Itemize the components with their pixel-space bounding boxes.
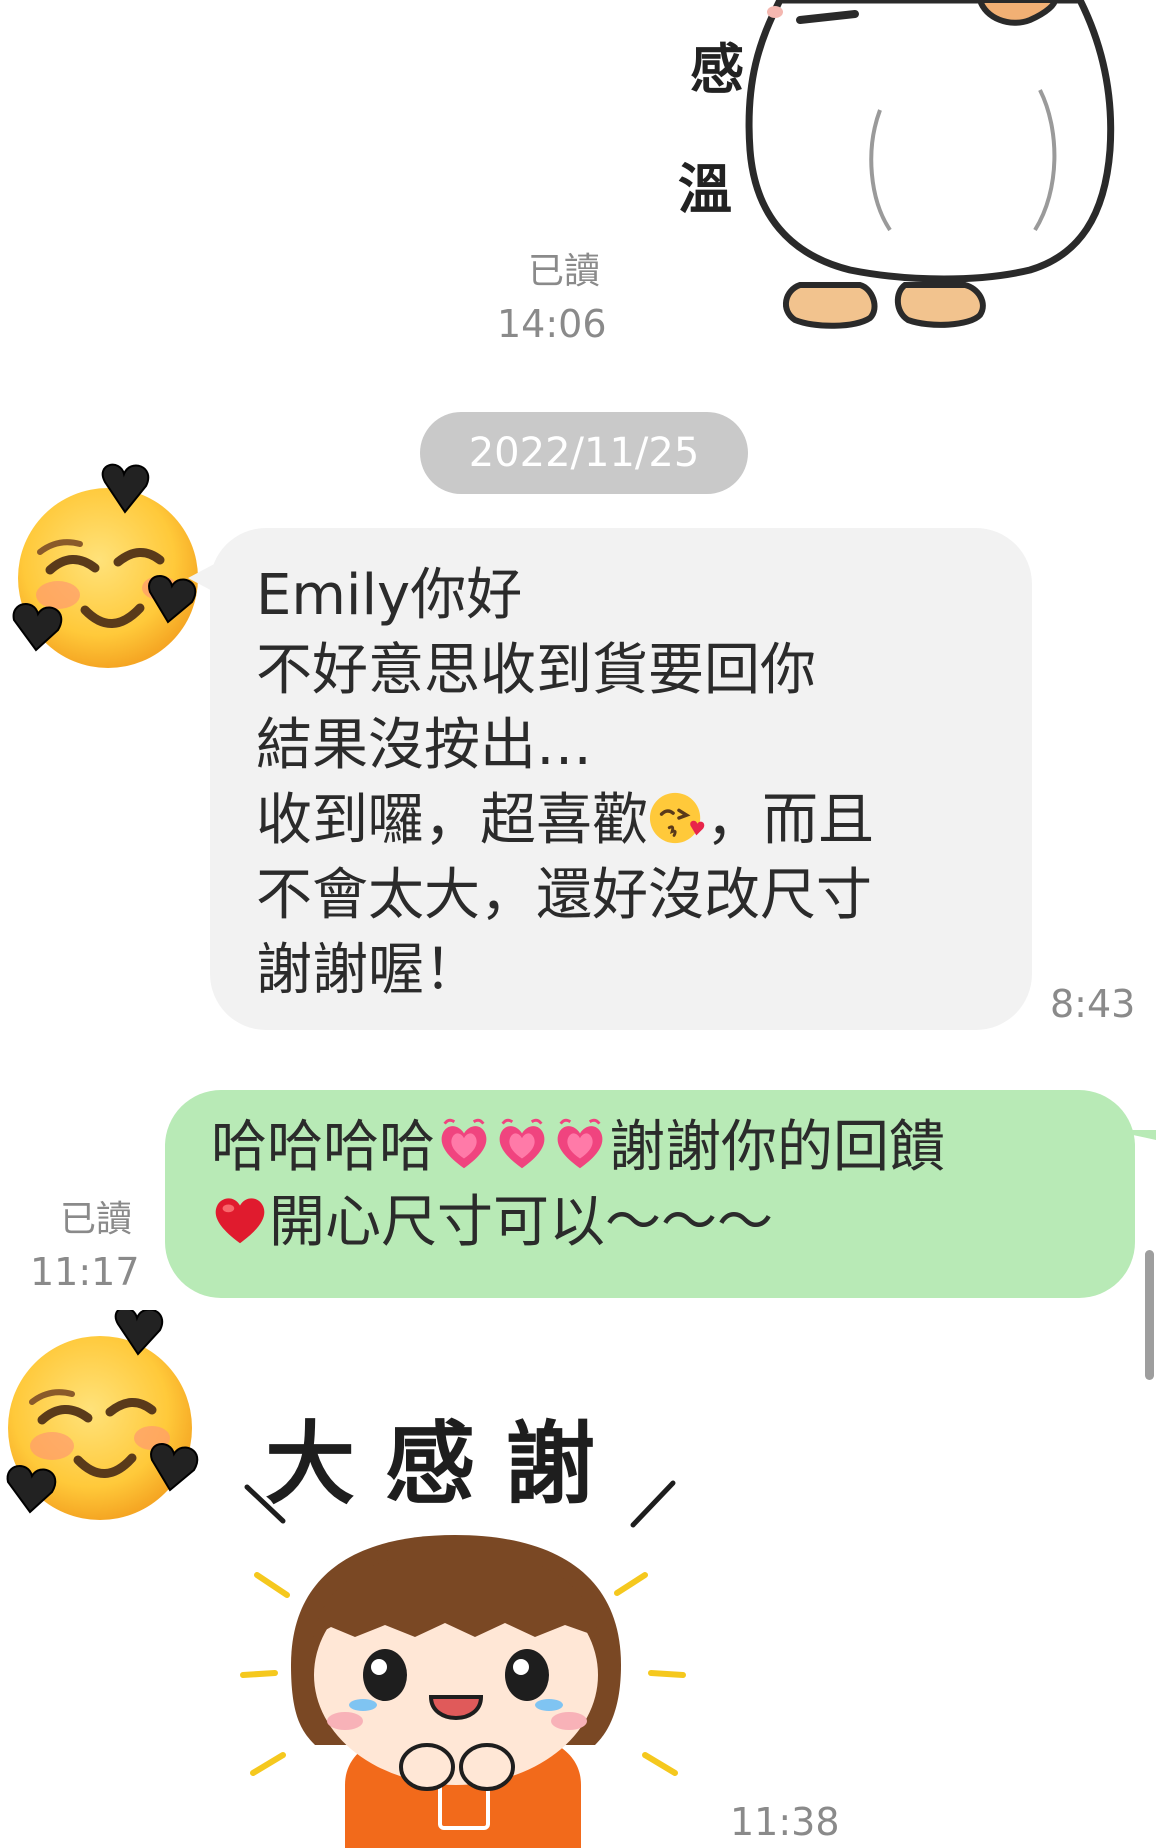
message-time-incoming: 8:43 [1050, 982, 1136, 1026]
outgoing-message-line: 哈哈哈哈 謝謝你的回饋 [211, 1110, 1105, 1185]
red-heart-icon [215, 1198, 265, 1244]
incoming-message-text: ，而且 [706, 788, 874, 853]
big-thanks-girl-sticker-icon[interactable]: 大感謝 [235, 1375, 695, 1848]
message-time-outgoing: 11:17 [30, 1250, 140, 1294]
date-separator: 2022/11/25 [420, 412, 748, 494]
message-time-bottom: 11:38 [730, 1800, 840, 1844]
incoming-message-line: 不會太大，還好沒改尺寸 [256, 863, 872, 928]
smiling-face-with-hearts-icon [6, 1307, 199, 1520]
read-status-outgoing: 已讀 [59, 1199, 132, 1240]
sender-avatar[interactable] [0, 460, 210, 670]
sender-avatar[interactable] [0, 1307, 210, 1520]
duck-sticker-text-1: 感 [690, 37, 744, 101]
outgoing-message-text: 哈哈哈哈 [211, 1115, 435, 1180]
growing-heart-icon [499, 1118, 545, 1169]
growing-heart-icon [557, 1118, 603, 1169]
growing-heart-icon [441, 1118, 487, 1169]
smiling-face-with-hearts-icon [12, 463, 198, 668]
incoming-message-line: 結果沒按出… [256, 713, 592, 778]
incoming-message-line: 謝謝喔！ [256, 938, 480, 1003]
outgoing-message-text: 開心尺寸可以～～～ [269, 1190, 773, 1255]
outgoing-message-bubble[interactable]: 哈哈哈哈 謝謝你的回饋 開心尺寸可以～～～ [165, 1090, 1135, 1298]
incoming-message-text: 收到囉，超喜歡 [256, 788, 648, 853]
incoming-message-line: Emily你好 [256, 563, 523, 628]
duck-sticker-text-2: 溫 [678, 157, 732, 221]
incoming-message-bubble[interactable]: Emily你好 不好意思收到貨要回你 結果沒按出… 收到囉，超喜歡 ，而且 不會… [210, 528, 1032, 1030]
face-blowing-kiss-icon [649, 792, 705, 844]
incoming-message-line: 收到囉，超喜歡 ，而且 [256, 783, 992, 858]
sticker-title-text: 大感謝 [265, 1412, 595, 1517]
outgoing-message-line: 開心尺寸可以～～～ [211, 1185, 1105, 1260]
scrollbar[interactable] [1145, 1250, 1154, 1380]
outgoing-message-text: 謝謝你的回饋 [609, 1115, 945, 1180]
read-status-top: 已讀 [527, 251, 600, 292]
incoming-message-line: 不好意思收到貨要回你 [256, 638, 816, 703]
message-time-top: 14:06 [497, 302, 607, 346]
chat-screen: 感 溫 已讀 14:06 2022/11/25 Emily你好 不好意思收到貨要… [0, 0, 1170, 1848]
